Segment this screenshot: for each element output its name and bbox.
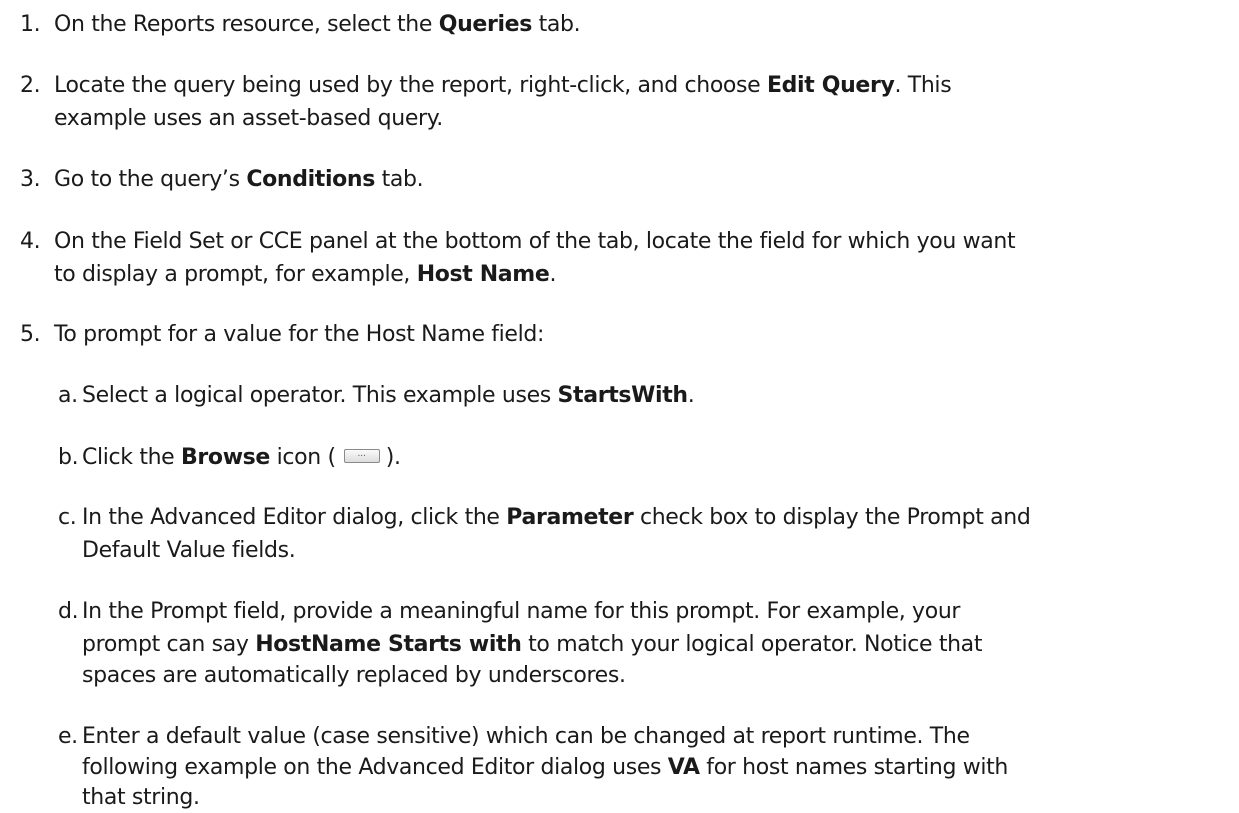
substep-text: Select a logical operator. This example … [82,383,695,408]
step-text: On the Reports resource, select the Quer… [54,12,581,37]
substep-text: Click the Browse icon (...). [82,445,401,470]
instruction-document: 1. On the Reports resource, select the Q… [20,12,1031,810]
step-number: 5. [20,322,41,347]
bold-term: StartsWith [557,383,689,408]
step-text: Locate the query being used by the repor… [54,73,952,98]
substep-text: Enter a default value (case sensitive) w… [82,724,970,749]
step-text: Go to the query’s Conditions tab. [54,167,424,192]
substep-text: In the Advanced Editor dialog, click the… [82,505,1031,530]
bold-term: Parameter [506,505,634,530]
substep-letter: a. [58,383,78,408]
browse-icon: ... [343,449,380,463]
bold-term: Queries [438,12,533,37]
step-number: 4. [20,229,41,254]
substep-letter: e. [58,724,78,749]
bold-term: Edit Query [766,73,895,98]
step-text: On the Field Set or CCE panel at the bot… [54,229,1016,254]
substep-text: In the Prompt field, provide a meaningfu… [82,599,961,624]
bold-term: Conditions [246,167,375,192]
bold-term: HostName Starts with [255,632,522,657]
bold-term: Host Name [416,262,550,287]
step-number: 3. [20,167,41,192]
substep-letter: d. [58,599,79,624]
step-number: 1. [20,12,41,37]
bold-term: VA [667,755,700,780]
step-number: 2. [20,73,41,98]
step-text: To prompt for a value for the Host Name … [54,322,545,347]
substep-letter: b. [58,445,79,470]
bold-term: Browse [181,445,270,470]
substep-letter: c. [58,505,77,530]
